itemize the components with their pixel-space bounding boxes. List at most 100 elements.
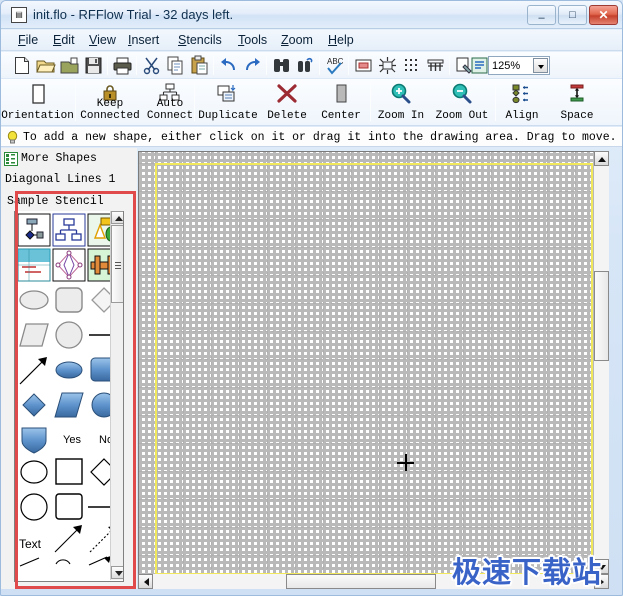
title-bar: ▤ init.flo - RFFlow Trial - 32 days left… [1, 1, 622, 29]
stencil-shape-shield-blue[interactable] [17, 423, 51, 457]
canvas-vertical-scrollbar[interactable] [594, 151, 609, 574]
horizontal-scroll-thumb[interactable] [286, 574, 436, 589]
find-binoculars-icon[interactable] [271, 55, 292, 76]
print-icon[interactable] [112, 55, 133, 76]
vertical-scroll-thumb[interactable] [594, 271, 609, 361]
menu-stencils[interactable]: Stencils [173, 32, 227, 49]
more-shapes-row[interactable]: More Shapes [1, 150, 137, 168]
space-button[interactable]: Space [550, 80, 604, 124]
orientation-label: Orientation [1, 110, 74, 122]
close-button[interactable]: ✕ [589, 5, 618, 25]
undo-arrow-icon[interactable] [218, 55, 239, 76]
minimize-button[interactable]: – [527, 5, 556, 25]
stencil-shape-ellipse-blue[interactable] [52, 353, 86, 387]
zoom-combo-box[interactable]: 125% [488, 56, 550, 75]
grid-dots-icon[interactable] [401, 55, 422, 76]
snap-to-shape-icon[interactable] [377, 55, 398, 76]
toolbar-separator [213, 56, 214, 75]
page-view-icon[interactable] [353, 55, 374, 76]
menu-zoom[interactable]: Zoom [276, 32, 318, 49]
stencil-shape-diamond-blue[interactable] [17, 388, 51, 422]
open-template-icon[interactable] [59, 55, 80, 76]
tip-bar: To add a new shape, either click on it o… [1, 127, 622, 147]
stencil-shape-circle-outline[interactable] [17, 490, 51, 524]
close-icon: ✕ [590, 6, 617, 24]
scroll-down-button[interactable] [594, 559, 609, 574]
stencil-shape-parallelogram-blue[interactable] [52, 388, 86, 422]
maximize-button[interactable]: □ [558, 5, 587, 25]
window-title: init.flo - RFFlow Trial - 32 days left. [33, 6, 233, 24]
canvas-horizontal-scrollbar[interactable] [138, 574, 609, 589]
toolbar-separator [370, 83, 371, 121]
stencil-shape-network-diamond[interactable] [52, 248, 86, 282]
toolbar-separator [495, 83, 496, 121]
stencil-shape-rounded-rect-gray[interactable] [52, 283, 86, 317]
keep-connected-button[interactable]: Keep Connected [77, 80, 143, 124]
delete-button[interactable]: Delete [259, 80, 315, 124]
ruler-grid-icon[interactable] [425, 55, 446, 76]
align-button[interactable]: Align [497, 80, 547, 124]
stencil-shape-diagonal-arrow-solid[interactable] [52, 521, 86, 555]
text-properties-icon[interactable] [469, 55, 490, 76]
stencil-scroll-up-button[interactable] [111, 211, 124, 224]
stencil-label-text: Text [19, 537, 41, 551]
stencil-shape-circle-gray[interactable] [52, 318, 86, 352]
sample-stencil-header[interactable]: Sample Stencil [3, 193, 137, 210]
stencil-shape-ellipse-outline[interactable] [17, 455, 51, 489]
stencil-group-label[interactable]: Diagonal Lines 1 [5, 172, 115, 187]
stencil-shape-org-chart[interactable] [52, 213, 86, 247]
center-button[interactable]: Center [312, 80, 370, 124]
stencil-shape-flowchart-sample[interactable] [17, 213, 51, 247]
svg-text:ABC: ABC [327, 57, 344, 66]
stencil-shape-partial-1[interactable] [17, 556, 51, 582]
space-label: Space [550, 110, 604, 122]
toolbar-separator [348, 56, 349, 75]
crosshair-cursor [397, 454, 414, 471]
paste-icon[interactable] [189, 55, 210, 76]
menu-file[interactable]: File [13, 32, 43, 49]
auto-connect-button[interactable]: Auto Connect [140, 80, 200, 124]
copy-icon[interactable] [165, 55, 186, 76]
stencil-shape-gantt[interactable] [17, 248, 51, 282]
menu-view[interactable]: View [84, 32, 121, 49]
stencil-shape-grid[interactable]: Yes No [14, 211, 124, 582]
stencil-scrollbar[interactable] [110, 211, 123, 580]
menu-help[interactable]: Help [323, 32, 359, 49]
spell-check-icon[interactable]: ABC [324, 55, 345, 76]
save-icon[interactable] [83, 55, 104, 76]
scroll-left-button[interactable] [138, 574, 153, 589]
chevron-down-icon[interactable] [533, 58, 548, 73]
stencil-scroll-down-button[interactable] [111, 566, 124, 579]
stencil-shape-diagonal-arrow[interactable] [17, 353, 51, 387]
tip-text: To add a new shape, either click on it o… [23, 130, 623, 146]
menu-edit[interactable]: Edit [48, 32, 80, 49]
stencil-shape-parallelogram-gray[interactable] [17, 318, 51, 352]
zoom-out-button[interactable]: Zoom Out [430, 80, 494, 124]
new-file-icon[interactable] [11, 55, 32, 76]
stencil-shape-partial-2[interactable] [52, 556, 86, 582]
duplicate-button[interactable]: Duplicate [196, 80, 260, 124]
sample-stencil-label: Sample Stencil [7, 194, 104, 209]
cut-scissors-icon[interactable] [141, 55, 162, 76]
page-boundary [155, 163, 593, 575]
drawing-canvas[interactable] [138, 151, 608, 589]
menu-insert[interactable]: Insert [123, 32, 164, 49]
delete-x-icon [274, 82, 300, 108]
stencil-shape-square-outline[interactable] [52, 455, 86, 489]
align-icon [509, 82, 535, 108]
auto-connect-label: Connect [140, 110, 200, 122]
stencil-scroll-thumb[interactable] [111, 225, 124, 303]
toolbar-separator [136, 56, 137, 75]
menu-tools[interactable]: Tools [233, 32, 272, 49]
redo-arrow-icon[interactable] [242, 55, 263, 76]
scroll-right-button[interactable] [594, 574, 609, 589]
zoom-in-button[interactable]: Zoom In [372, 80, 430, 124]
stencil-shape-ellipse-gray[interactable] [17, 283, 51, 317]
duplicate-label: Duplicate [196, 110, 260, 122]
center-icon [328, 82, 354, 108]
stencil-shape-rounded-square-outline[interactable] [52, 490, 86, 524]
find-replace-icon[interactable] [295, 55, 316, 76]
orientation-button[interactable]: Orientation [1, 80, 74, 124]
scroll-up-button[interactable] [594, 151, 609, 166]
open-folder-icon[interactable] [35, 55, 56, 76]
